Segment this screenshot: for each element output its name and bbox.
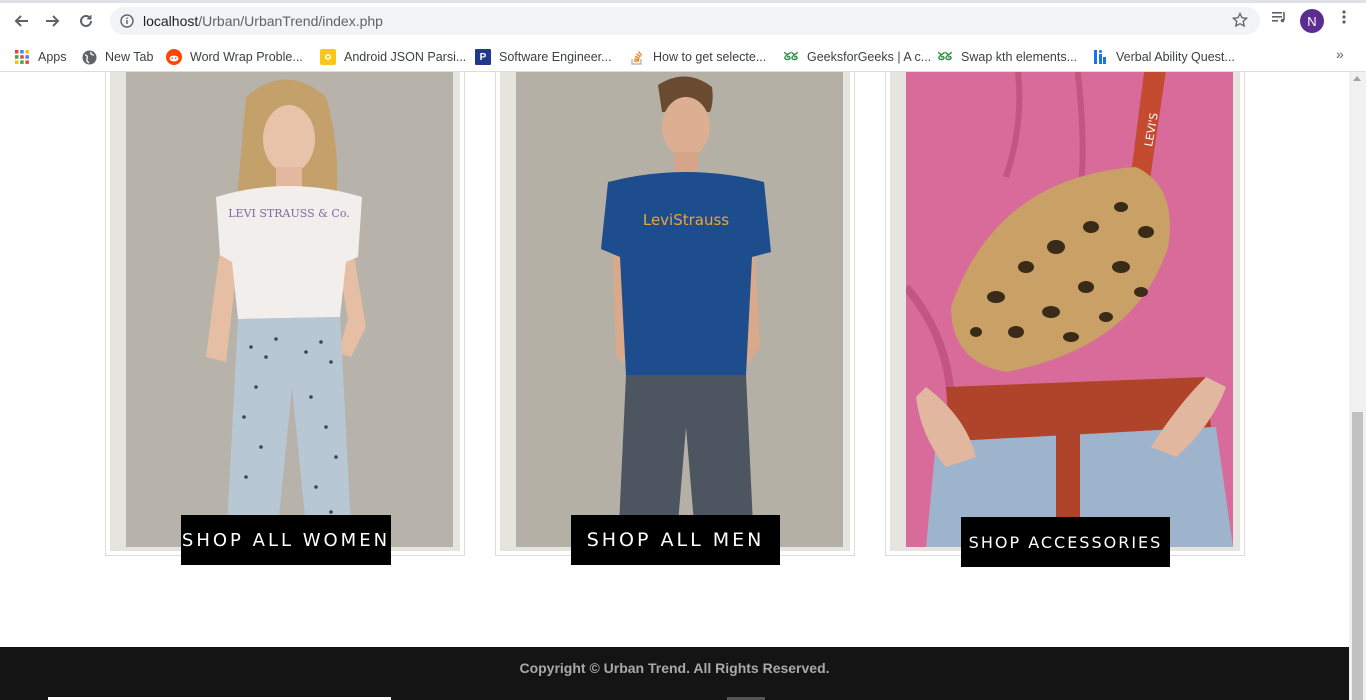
shop-all-men-button[interactable]: SHOP ALL MEN	[571, 515, 780, 565]
url-path: /Urban/UrbanTrend/index.php	[198, 13, 383, 29]
card-frame: LeviStrauss	[500, 72, 850, 551]
media-control-icon[interactable]	[1270, 8, 1288, 31]
apps-grid-icon	[14, 49, 30, 65]
product-card-accessories[interactable]: LEVI'S SHOP ACCESSORIES	[885, 72, 1245, 567]
gfg-icon: ᘜᘜ	[937, 50, 953, 63]
bookmark-label: GeeksforGeeks | A c...	[807, 50, 932, 64]
more-bookmarks-icon[interactable]: »	[1336, 46, 1344, 62]
reddit-icon	[166, 49, 182, 65]
bookmark-verbal-ability[interactable]: Verbal Ability Quest...	[1092, 46, 1235, 68]
url-text: localhost/Urban/UrbanTrend/index.php	[143, 13, 383, 29]
bookmark-software-engineer[interactable]: P Software Engineer...	[475, 46, 612, 68]
card-frame: LEVI'S	[890, 72, 1240, 551]
info-icon[interactable]	[119, 13, 135, 29]
bookmark-label: Software Engineer...	[499, 50, 612, 64]
browser-toolbar: localhost/Urban/UrbanTrend/index.php N	[0, 0, 1366, 42]
men-photo[interactable]: LeviStrauss	[516, 72, 843, 547]
p-icon: P	[475, 49, 491, 65]
shop-accessories-button[interactable]: SHOP ACCESSORIES	[961, 517, 1170, 567]
scroll-up-arrow-icon[interactable]	[1353, 76, 1361, 81]
reload-icon[interactable]	[75, 10, 97, 32]
page-footer: Copyright © Urban Trend. All Rights Rese…	[0, 647, 1349, 700]
browser-menu-icon[interactable]	[1336, 8, 1352, 31]
vertical-scrollbar[interactable]	[1349, 72, 1366, 700]
bookmark-label: Apps	[38, 50, 67, 64]
gfg-icon: ᘜᘜ	[783, 50, 799, 63]
bookmark-label: Word Wrap Proble...	[190, 50, 303, 64]
bookmark-yellow-icon	[320, 49, 336, 65]
address-bar[interactable]: localhost/Urban/UrbanTrend/index.php	[110, 7, 1260, 35]
shop-all-women-button[interactable]: SHOP ALL WOMEN	[181, 515, 391, 565]
card-frame: LEVI STRAUSS & Co.	[110, 72, 460, 551]
bookmarks-bar: Apps New Tab Word Wrap Proble... Android…	[0, 42, 1366, 72]
accessories-photo[interactable]: LEVI'S	[906, 72, 1233, 547]
product-card-men[interactable]: LeviStrauss SHOP ALL MEN	[495, 72, 855, 565]
bookmark-label: Android JSON Parsi...	[344, 50, 467, 64]
bookmark-label: Swap kth elements...	[961, 50, 1078, 64]
women-photo[interactable]: LEVI STRAUSS & Co.	[126, 72, 453, 547]
globe-icon	[81, 49, 97, 65]
url-host: localhost	[143, 13, 199, 29]
bookmark-geeksforgeeks[interactable]: ᘜᘜ GeeksforGeeks | A c...	[783, 46, 931, 68]
stackoverflow-icon	[629, 49, 645, 65]
indiabix-icon	[1092, 49, 1108, 65]
scrollbar-thumb[interactable]	[1352, 412, 1363, 700]
back-icon[interactable]	[10, 10, 32, 32]
bookmark-word-wrap[interactable]: Word Wrap Proble...	[166, 46, 303, 68]
bookmark-new-tab[interactable]: New Tab	[81, 46, 153, 68]
product-card-women[interactable]: LEVI STRAUSS & Co. SHOP ALL WOMEN	[105, 72, 465, 565]
bookmark-apps[interactable]: Apps	[14, 46, 67, 68]
bookmark-label: New Tab	[105, 50, 154, 64]
forward-icon[interactable]	[42, 10, 64, 32]
men-shirt-print: LeviStrauss	[643, 211, 729, 229]
bookmark-swap-kth[interactable]: ᘜᘜ Swap kth elements...	[937, 46, 1077, 68]
profile-avatar[interactable]: N	[1300, 9, 1324, 33]
copyright-text: Copyright © Urban Trend. All Rights Rese…	[519, 659, 830, 676]
bookmark-android-json[interactable]: Android JSON Parsi...	[320, 46, 466, 68]
bookmark-star-icon[interactable]	[1231, 11, 1249, 33]
page-viewport: LEVI STRAUSS & Co. SHOP ALL WOMEN LeviSt…	[0, 72, 1349, 700]
bookmark-label: How to get selecte...	[653, 50, 767, 64]
women-shirt-print: LEVI STRAUSS & Co.	[228, 207, 350, 220]
tabstrip-edge	[0, 0, 1366, 3]
bookmark-how-to-get[interactable]: How to get selecte...	[629, 46, 766, 68]
bookmark-label: Verbal Ability Quest...	[1116, 50, 1235, 64]
